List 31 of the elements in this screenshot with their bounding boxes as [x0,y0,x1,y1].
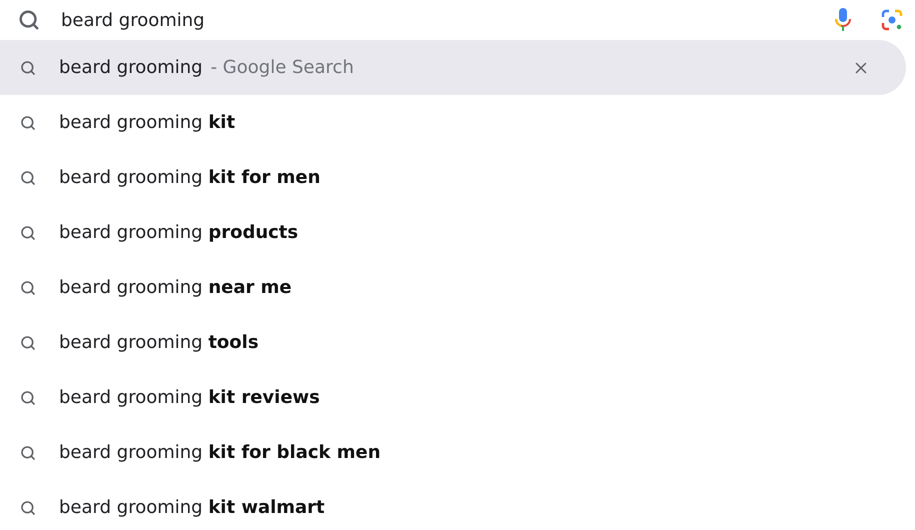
suggestion-row[interactable]: beard grooming kit for men [0,150,915,205]
suggestion-text: beard grooming kit walmart [59,497,325,518]
suggestion-source: - Google Search [210,57,354,78]
search-icon [18,9,40,31]
search-icon [20,60,36,76]
suggestion-text: beard grooming kit for men [59,167,320,188]
search-icon [20,334,36,350]
suggestion-text: beard grooming kit reviews [59,387,320,408]
suggestion-text: beard grooming [59,57,203,78]
suggestion-text: beard grooming kit for black men [59,442,381,463]
suggestion-row[interactable]: beard grooming tools [0,315,915,370]
search-icon [20,170,36,186]
search-icon [20,224,36,240]
search-icon [20,390,36,406]
suggestion-text: beard grooming near me [59,277,292,298]
suggestion-row[interactable]: beard grooming - Google Search [0,40,906,95]
suggestion-row[interactable]: beard grooming kit [0,95,915,150]
suggestion-row[interactable]: beard grooming near me [0,260,915,315]
suggestion-text: beard grooming products [59,222,298,243]
suggestion-row[interactable]: beard grooming kit reviews [0,370,915,425]
search-icon [20,114,36,130]
camera-icon[interactable] [881,9,903,31]
suggestion-row[interactable]: beard grooming products [0,205,915,260]
suggestion-text: beard grooming tools [59,332,259,353]
search-icon [20,444,36,460]
suggestion-row[interactable]: beard grooming kit walmart [0,480,915,530]
search-icon [20,500,36,516]
search-icon [20,280,36,296]
microphone-icon[interactable] [835,8,851,32]
suggestion-row[interactable]: beard grooming kit for black men [0,425,915,480]
suggestion-text: beard grooming kit [59,112,236,133]
